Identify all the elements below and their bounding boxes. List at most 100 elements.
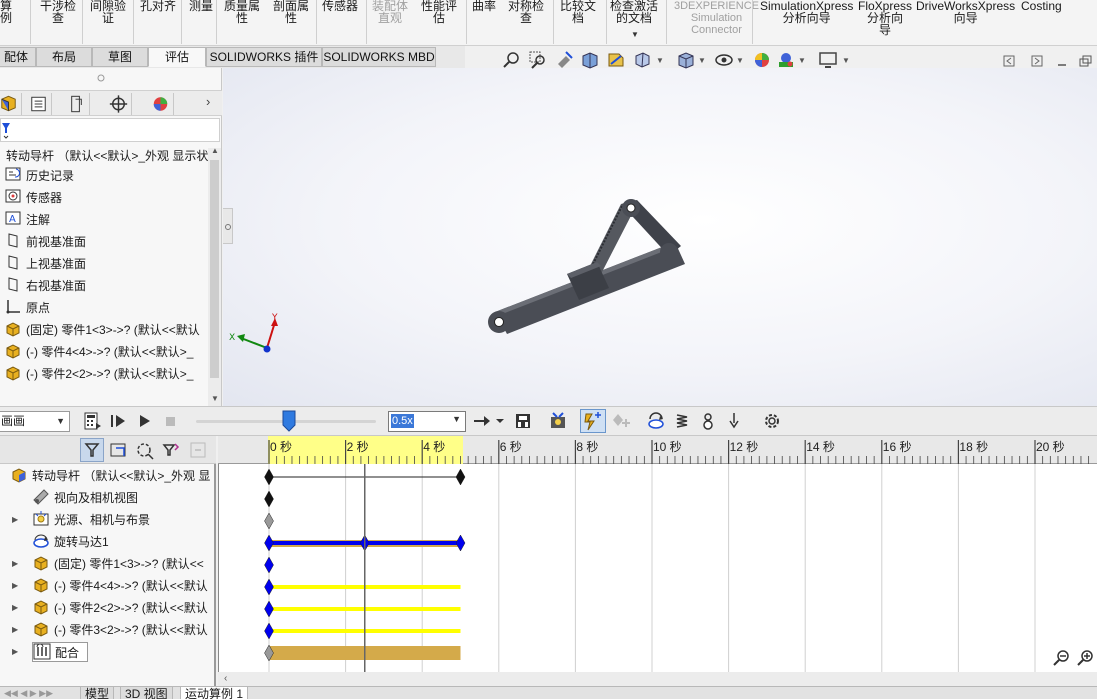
previous-view-icon[interactable] bbox=[554, 50, 574, 70]
display-style-icon[interactable] bbox=[676, 50, 696, 70]
key-point[interactable] bbox=[264, 556, 274, 574]
view-orientation-icon[interactable] bbox=[632, 50, 652, 70]
spring-icon[interactable] bbox=[672, 411, 692, 431]
key-point[interactable] bbox=[264, 534, 274, 552]
ribbon-button-10[interactable]: 曲率 bbox=[472, 0, 496, 12]
collapse-items-icon[interactable] bbox=[188, 440, 210, 462]
motion-tree-item[interactable]: 光源、相机与布景 bbox=[32, 510, 214, 530]
zoom-out-icon[interactable] bbox=[1052, 648, 1072, 668]
feature-manager-tab-icon[interactable] bbox=[0, 93, 22, 115]
tab-evaluate[interactable]: 评估 bbox=[148, 47, 206, 67]
save-animation-icon[interactable] bbox=[514, 411, 534, 431]
chevron-down-icon[interactable]: ▼ bbox=[452, 414, 461, 424]
dynamic-annotation-icon[interactable] bbox=[606, 50, 626, 70]
ribbon-button-8[interactable]: 装配体 直观 bbox=[372, 0, 408, 24]
gravity-icon[interactable] bbox=[724, 411, 744, 431]
feature-tree-item[interactable]: (固定) 零件1<3>->? (默认<<默认 bbox=[4, 320, 212, 340]
motion-tree-item[interactable]: 配合 bbox=[32, 642, 88, 662]
ribbon-button-3[interactable]: 孔对齐 bbox=[140, 0, 176, 12]
scrollbar-thumb[interactable] bbox=[210, 160, 219, 378]
expand-icon[interactable]: ▶ bbox=[12, 581, 18, 590]
chevron-down-icon[interactable]: ▼ bbox=[798, 56, 806, 65]
filter-results-icon[interactable] bbox=[160, 440, 182, 462]
motion-tree-item[interactable]: (-) 零件3<2>->? (默认<<默认 bbox=[32, 620, 214, 640]
ribbon-button-6[interactable]: 剖面属 性 bbox=[273, 0, 309, 24]
ribbon-button-17[interactable]: DriveWorksXpress 向导 bbox=[916, 0, 1015, 24]
tab-motion-study-1[interactable]: 运动算例 1 bbox=[180, 687, 249, 699]
chevron-down-icon[interactable]: ▼ bbox=[656, 56, 664, 65]
ribbon-button-13[interactable]: 检查激活 的文档 bbox=[610, 0, 658, 24]
key-point[interactable] bbox=[264, 512, 274, 530]
motion-tree-item[interactable]: 视向及相机视图 bbox=[32, 488, 214, 508]
chevron-down-icon[interactable]: ▼ bbox=[631, 30, 639, 39]
section-view-icon[interactable] bbox=[580, 50, 600, 70]
feature-tree-filter[interactable] bbox=[0, 118, 220, 142]
tab-solidworks-addins[interactable]: SOLIDWORKS 插件 bbox=[206, 47, 322, 67]
ribbon-button-18[interactable]: Costing bbox=[1021, 0, 1062, 12]
chevron-right-icon[interactable]: › bbox=[206, 94, 210, 109]
study-type-select[interactable]: 画画 ▼ bbox=[0, 411, 70, 432]
model-view[interactable]: Y X bbox=[223, 68, 1097, 406]
feature-tree-item[interactable]: 前视基准面 bbox=[4, 232, 212, 252]
timeline-scrollbar[interactable]: ‹ bbox=[218, 672, 1097, 686]
edit-appearance-icon[interactable] bbox=[752, 50, 772, 70]
animation-wizard-icon[interactable] bbox=[548, 411, 568, 431]
timeline-body[interactable] bbox=[218, 464, 1097, 672]
feature-tree-root[interactable]: 转动导杆 （默认<<默认>_外观 显示状 bbox=[6, 146, 214, 166]
filter-icon[interactable] bbox=[1, 121, 15, 139]
scroll-left-icon[interactable]: ‹ bbox=[224, 672, 227, 686]
zoom-to-area-icon[interactable] bbox=[528, 50, 548, 70]
contact-icon[interactable] bbox=[698, 411, 718, 431]
tab-3d-views[interactable]: 3D 视图 bbox=[120, 687, 173, 699]
ribbon-button-1[interactable]: 干涉检 查 bbox=[40, 0, 76, 24]
feature-tree-item[interactable]: 原点 bbox=[4, 298, 212, 318]
feature-tree-item[interactable]: A 注解 bbox=[4, 210, 212, 230]
time-ruler[interactable]: 0 秒2 秒4 秒6 秒8 秒 10 秒 12 秒 14 秒 16 秒 18 秒 20 秒 bbox=[218, 436, 1097, 464]
view-settings-icon[interactable] bbox=[818, 50, 838, 70]
motion-tree-item[interactable]: 旋转马达1 bbox=[32, 532, 214, 552]
expand-icon[interactable]: ▶ bbox=[12, 603, 18, 612]
autokey-toggle[interactable] bbox=[580, 409, 606, 433]
key-point[interactable] bbox=[455, 468, 466, 486]
expand-icon[interactable]: ▶ bbox=[12, 625, 18, 634]
zoom-to-fit-icon[interactable] bbox=[502, 50, 522, 70]
property-manager-tab-icon[interactable] bbox=[26, 93, 52, 115]
chevron-down-icon[interactable]: ▼ bbox=[842, 56, 850, 65]
expand-icon[interactable]: ▶ bbox=[12, 559, 18, 568]
zoom-in-icon[interactable] bbox=[1076, 648, 1096, 668]
motion-tree-item[interactable]: (-) 零件2<2>->? (默认<<默认 bbox=[32, 598, 214, 618]
chevron-down-icon[interactable]: ▼ bbox=[56, 412, 65, 431]
key-point[interactable] bbox=[264, 490, 274, 508]
ribbon-button-5[interactable]: 质量属 性 bbox=[224, 0, 260, 24]
viewport-next-icon[interactable] bbox=[1031, 55, 1043, 67]
feature-tree-item[interactable]: 历史记录 bbox=[4, 166, 212, 186]
tab-solidworks-mbd[interactable]: SOLIDWORKS MBD bbox=[322, 47, 436, 67]
filter-animated-toggle[interactable] bbox=[80, 438, 104, 462]
configuration-manager-tab-icon[interactable] bbox=[64, 93, 90, 115]
restore-icon[interactable] bbox=[1079, 55, 1092, 67]
playback-speed-select[interactable]: 0.5x ▼ bbox=[388, 411, 466, 432]
tab-scroll-arrows-icon[interactable]: ◀◀ ◀ ▶ ▶▶ bbox=[4, 687, 53, 699]
filter-driving-icon[interactable] bbox=[108, 440, 130, 462]
key-point[interactable] bbox=[264, 600, 274, 618]
key-point[interactable] bbox=[455, 534, 466, 552]
ribbon-button-7[interactable]: 传感器 bbox=[322, 0, 358, 12]
feature-tree-item[interactable]: (-) 零件4<4>->? (默认<<默认>_ bbox=[4, 342, 212, 362]
splitter-grip-icon[interactable] bbox=[97, 74, 105, 82]
chevron-down-icon[interactable]: ▼ bbox=[698, 56, 706, 65]
gear-icon[interactable] bbox=[762, 411, 782, 431]
add-key-icon[interactable] bbox=[612, 411, 632, 431]
key-point[interactable] bbox=[264, 622, 274, 640]
filter-selected-icon[interactable] bbox=[134, 440, 156, 462]
feature-tree-scrollbar[interactable]: ▲ ▼ bbox=[208, 146, 221, 406]
scroll-down-icon[interactable]: ▼ bbox=[211, 394, 219, 403]
feature-tree-item[interactable]: 上视基准面 bbox=[4, 254, 212, 274]
tab-layout[interactable]: 布局 bbox=[36, 47, 92, 67]
ribbon-button-4[interactable]: 测量 bbox=[189, 0, 213, 12]
ribbon-button-12[interactable]: 比较文 档 bbox=[560, 0, 596, 24]
tab-sketch[interactable]: 草图 bbox=[92, 47, 148, 67]
display-manager-tab-icon[interactable] bbox=[148, 93, 174, 115]
play-icon[interactable] bbox=[134, 411, 154, 431]
tab-model[interactable]: 模型 bbox=[80, 687, 115, 699]
ribbon-button-2[interactable]: 间隙验 证 bbox=[90, 0, 126, 24]
